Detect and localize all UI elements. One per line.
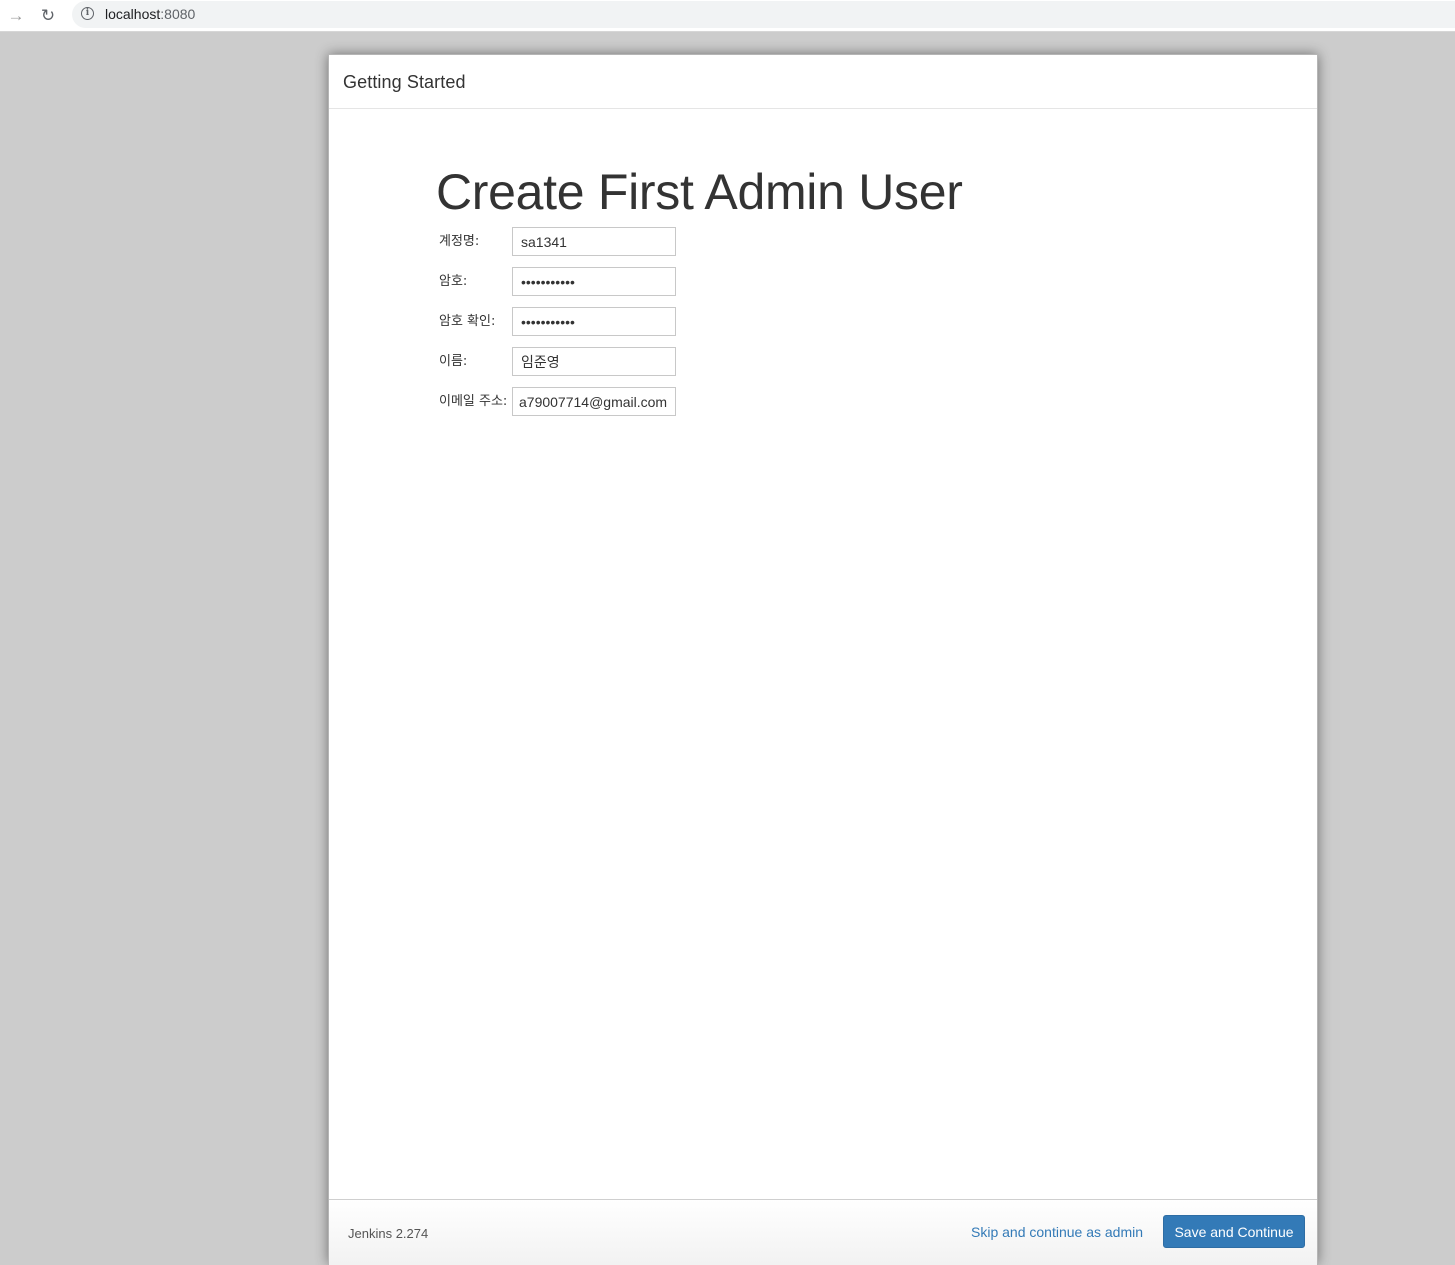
arrow-right-icon[interactable]: → <box>5 5 27 27</box>
email-label: 이메일 주소: <box>439 394 508 409</box>
url-text: localhost:8080 <box>105 6 195 22</box>
confirm-password-input[interactable] <box>512 307 676 336</box>
setup-dialog: Getting Started Create First Admin User … <box>328 54 1318 1265</box>
username-label: 계정명: <box>439 234 480 249</box>
password-input[interactable] <box>512 267 676 296</box>
confirm-password-label: 암호 확인: <box>439 314 496 329</box>
dialog-footer: Jenkins 2.274 Skip and continue as admin… <box>329 1199 1317 1265</box>
page-title: Create First Admin User <box>436 164 963 220</box>
email-input[interactable] <box>512 387 676 416</box>
fullname-label: 이름: <box>439 354 468 369</box>
fullname-input[interactable] <box>512 347 676 376</box>
reload-icon[interactable]: ↻ <box>37 5 59 27</box>
browser-toolbar: → ↻ i localhost:8080 <box>0 0 1455 32</box>
url-port: :8080 <box>160 6 196 22</box>
password-label: 암호: <box>439 274 468 289</box>
save-and-continue-button[interactable]: Save and Continue <box>1163 1215 1305 1248</box>
info-icon[interactable]: i <box>81 7 94 20</box>
dialog-title: Getting Started <box>343 72 466 92</box>
dialog-header: Getting Started <box>329 55 1317 109</box>
address-bar[interactable]: i localhost:8080 <box>72 1 1455 28</box>
username-input[interactable] <box>512 227 676 256</box>
version-label: Jenkins 2.274 <box>348 1226 429 1241</box>
url-host: localhost <box>105 6 161 22</box>
skip-continue-as-admin-link[interactable]: Skip and continue as admin <box>971 1224 1143 1240</box>
